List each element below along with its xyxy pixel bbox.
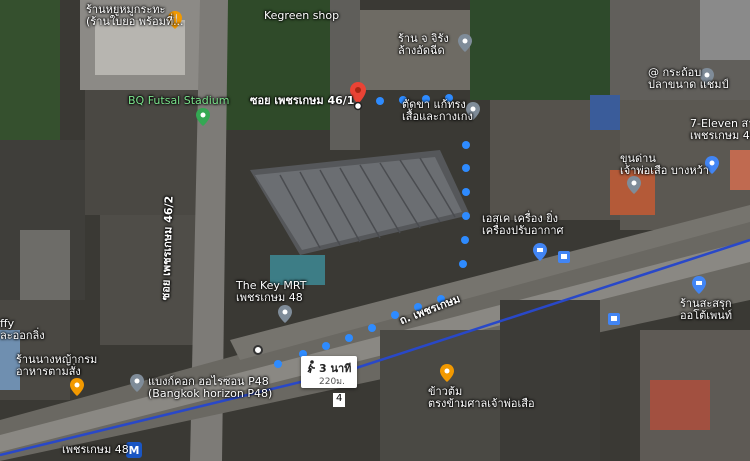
restaurant-pin-icon[interactable] bbox=[70, 378, 84, 400]
poi-label-tailor[interactable]: ตัดขา แก้ทรง เสื้อและกางเกง bbox=[402, 99, 473, 123]
poi-label-khao[interactable]: ข้าวต้ม ตรงข้ามศาลเจ้าพ่อเสือ bbox=[428, 386, 535, 410]
poi-label-halal[interactable]: ร้านนางหญ้ากรม อาหารตามสั่ง bbox=[16, 354, 97, 378]
route-info-card[interactable]: 3 นาที 220ม. bbox=[301, 356, 357, 388]
poi-label-futsal[interactable]: BQ Futsal Stadium bbox=[128, 95, 230, 107]
landmark-pin-icon[interactable] bbox=[627, 176, 641, 198]
poi-label-ffy[interactable]: ffy ละออกลิ่ง bbox=[0, 318, 45, 342]
map-canvas[interactable]: 🍴 M 4 ร้านหยูหมูกระทะ (ร้านใบยอ พร้อมที่… bbox=[0, 0, 750, 461]
park-pin-icon[interactable] bbox=[196, 108, 210, 130]
route-marker-number: 4 bbox=[336, 393, 343, 404]
restaurant-pin-icon[interactable] bbox=[440, 364, 454, 386]
bus-stop-icon[interactable] bbox=[608, 310, 620, 329]
svg-text:M: M bbox=[129, 444, 140, 457]
station-label-mrt[interactable]: เพชรเกษม 48 bbox=[62, 444, 129, 456]
poi-label-sport[interactable]: ร้านสะสรุก ออโต้เพนท์ bbox=[680, 298, 732, 322]
building-pin-icon[interactable] bbox=[278, 305, 292, 327]
satellite-imagery bbox=[0, 0, 750, 461]
building-pin-icon[interactable] bbox=[130, 374, 144, 396]
car-pin-icon[interactable] bbox=[533, 243, 547, 265]
bus-stop-icon[interactable] bbox=[558, 248, 570, 267]
car-pin-icon[interactable] bbox=[692, 276, 706, 298]
walking-icon bbox=[307, 360, 315, 374]
poi-label-seven[interactable]: 7-Eleven สาขาเพชรเกษม 46 bbox=[690, 118, 750, 142]
shop-pin-icon[interactable] bbox=[458, 34, 472, 56]
poi-label-sk-air[interactable]: เอสเค เครื่อง ยิ่ง เครื่องปรับอากาศ bbox=[482, 213, 563, 237]
destination-label[interactable]: ซอย เพชรเกษม 46/1 bbox=[250, 95, 354, 107]
route-distance: 220ม. bbox=[319, 377, 345, 387]
poi-label-laundry[interactable]: ร้าน จ จิรัง ล้างอัดฉีด bbox=[398, 33, 449, 57]
poi-label-restaurant[interactable]: ร้านหยูหมูกระทะ (ร้านใบยอ พร้อมที่... bbox=[86, 4, 184, 28]
destination-ring-icon bbox=[353, 96, 363, 115]
poi-label-kegreen[interactable]: Kegreen shop bbox=[264, 10, 339, 22]
poi-label-horizon[interactable]: แบงก์คอก ฮอไรซอน P48 (Bangkok horizon P48… bbox=[148, 376, 272, 400]
poi-label-shrine[interactable]: ขุนด่าน เจ้าพ่อเสือ บางหว้า bbox=[620, 153, 709, 177]
poi-label-thekey[interactable]: The Key MRT เพชรเกษม 48 bbox=[236, 280, 306, 304]
poi-label-krathong[interactable]: @ กระถ้อบ ปลาขนาด แชมป์ bbox=[648, 67, 729, 91]
